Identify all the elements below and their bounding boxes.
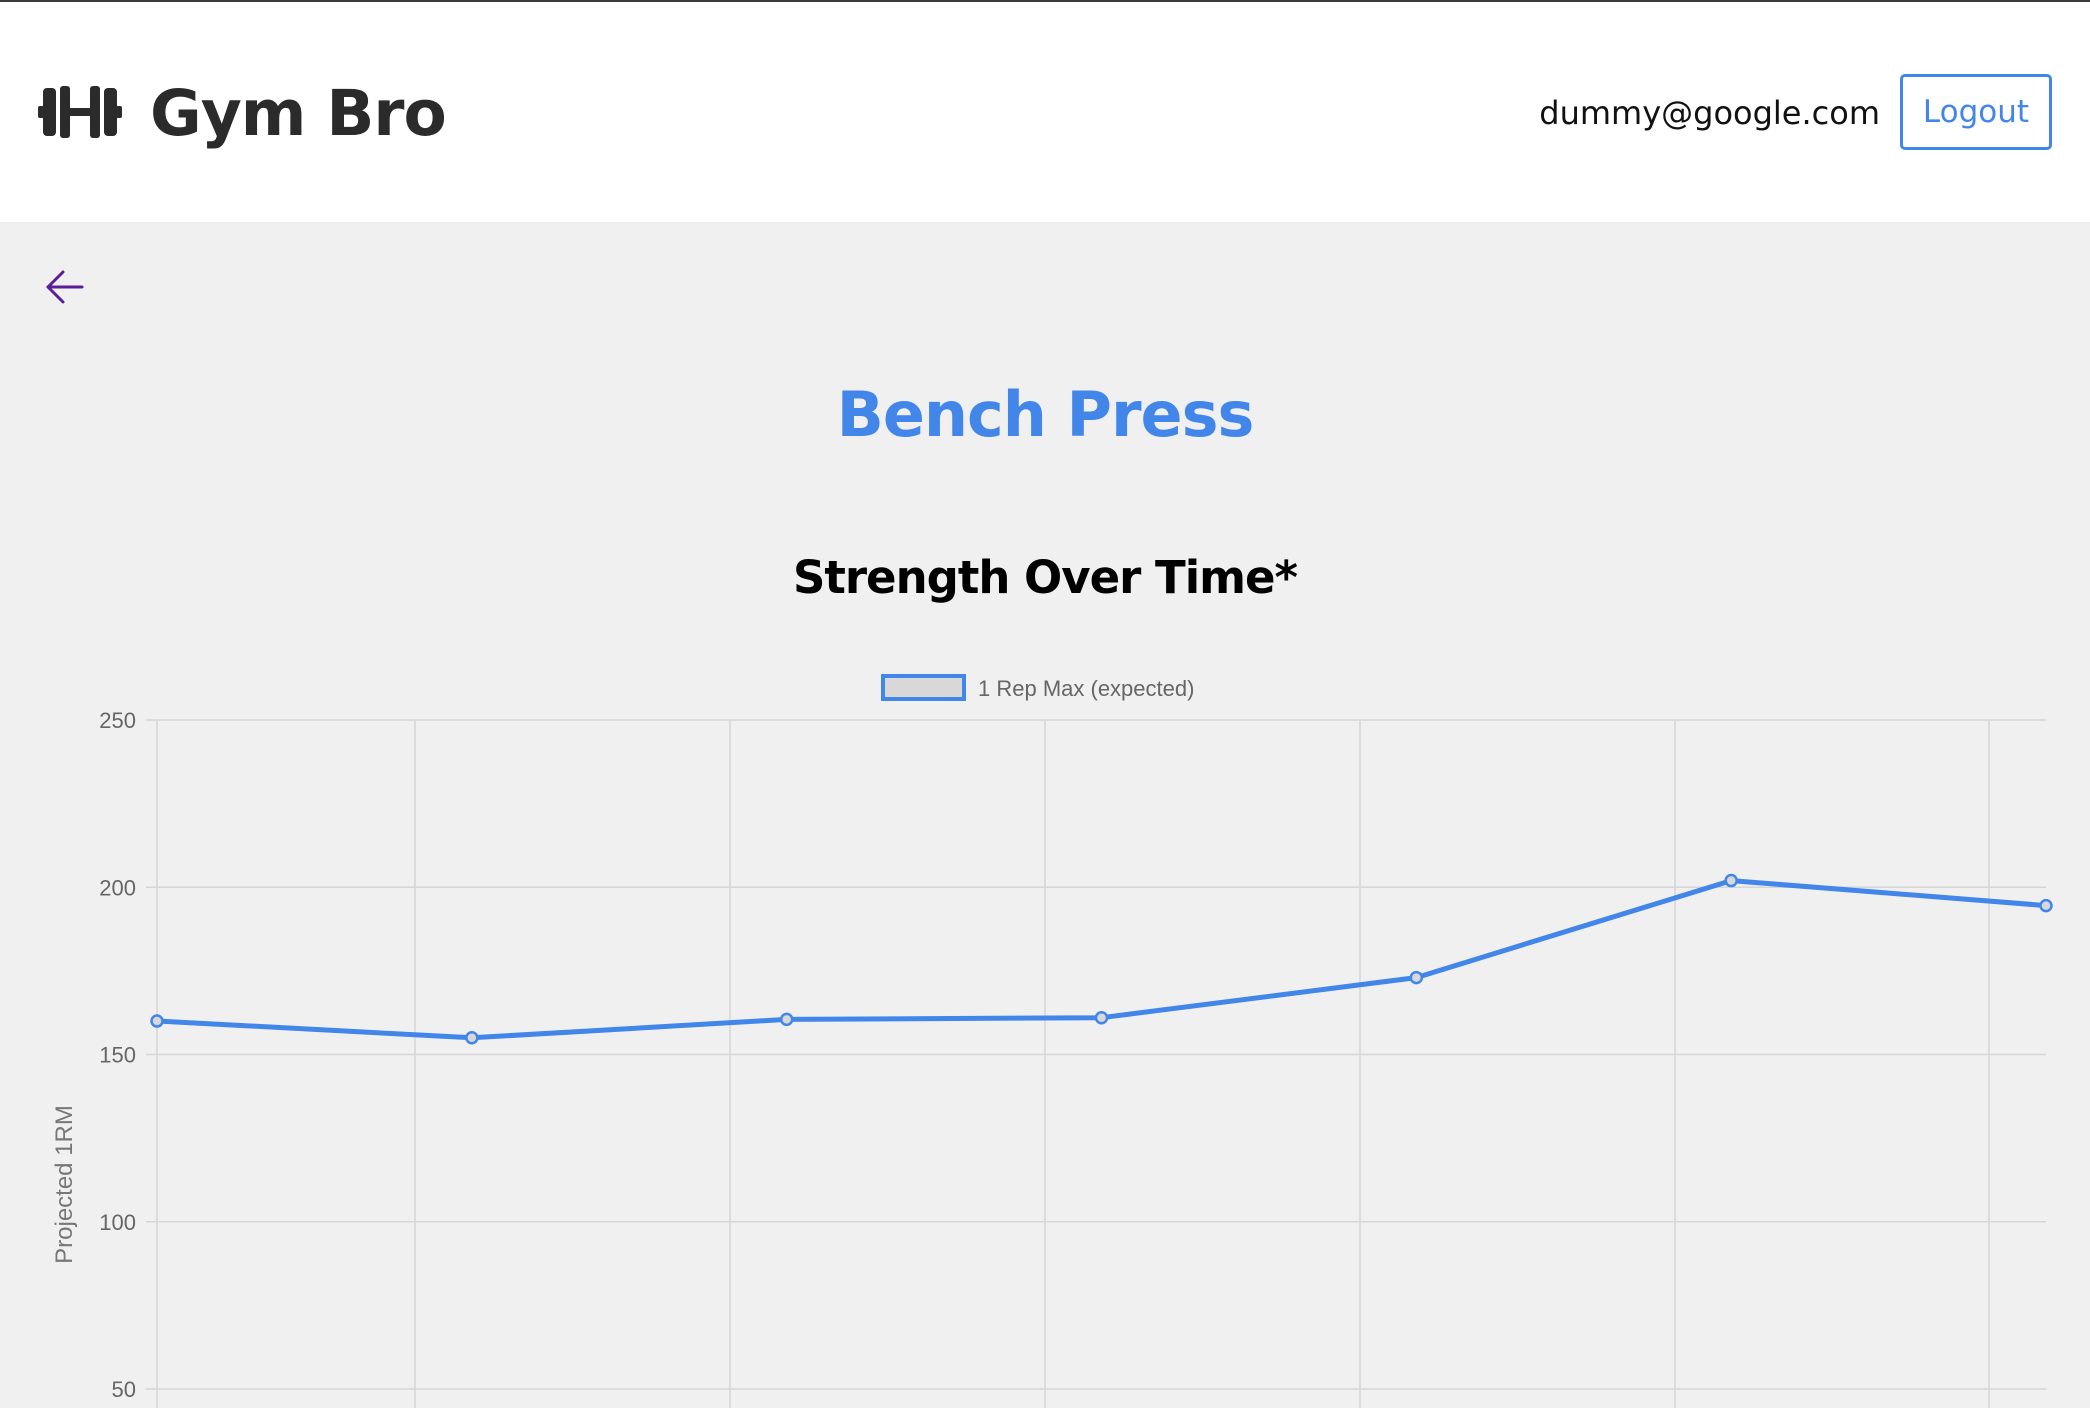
y-axis-label: Projected 1RM <box>51 1105 78 1264</box>
chart-canvas: 250 200 150 100 50 Projected 1RM 1 Rep Max (e… <box>51 674 2053 1408</box>
logout-button[interactable]: Logout <box>1900 74 2052 150</box>
data-point <box>150 1014 164 1028</box>
data-point <box>779 1012 794 1027</box>
user-email: dummy@google.com <box>1539 94 1880 132</box>
line-chart: 250 200 150 100 50 Projected 1RM 1 Rep Max (e… <box>0 660 2090 1408</box>
app-header: Gym Bro dummy@google.com Logout <box>0 2 2090 222</box>
y-tick-label: 150 <box>99 1043 136 1068</box>
data-point <box>1409 970 1424 985</box>
chart-title: Strength Over Time* <box>792 551 1298 604</box>
y-tick-label: 200 <box>99 875 136 900</box>
page-title: Bench Press <box>836 378 1255 451</box>
brand-name[interactable]: Gym Bro <box>150 74 447 154</box>
data-point <box>2039 898 2053 913</box>
y-tick-label: 100 <box>99 1210 136 1235</box>
legend-label: 1 Rep Max (expected) <box>978 676 1194 701</box>
data-point <box>1094 1010 1109 1025</box>
dumbbell-icon <box>38 86 122 138</box>
data-point <box>465 1031 479 1045</box>
arrow-left-icon <box>46 270 84 304</box>
data-point <box>1724 873 1738 888</box>
back-button[interactable] <box>40 262 90 312</box>
y-tick-label: 250 <box>99 708 136 733</box>
y-tick-label: 50 <box>112 1377 136 1402</box>
legend-swatch <box>881 674 966 701</box>
